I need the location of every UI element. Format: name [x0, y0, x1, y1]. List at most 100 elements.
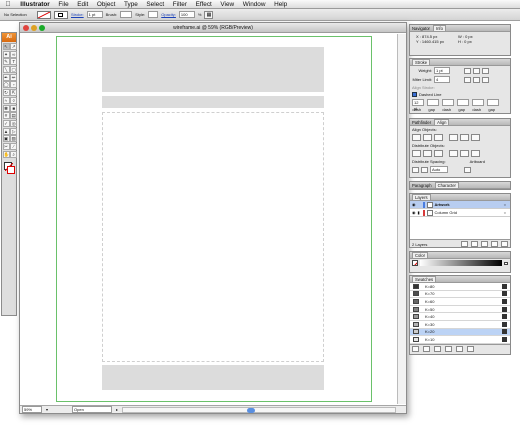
vertical-scrollbar[interactable]: [397, 34, 406, 404]
stroke-weight-field[interactable]: 1 pt: [86, 11, 103, 18]
dash-field-3[interactable]: [472, 99, 484, 106]
show-kinds-icon[interactable]: [423, 345, 430, 352]
slice-icon[interactable]: ▧: [10, 135, 18, 143]
free-transform-icon[interactable]: ◊: [10, 96, 18, 104]
cap-round-icon[interactable]: [473, 67, 480, 74]
white-swatch[interactable]: [504, 261, 508, 265]
swatch-row[interactable]: K=50: [410, 305, 510, 314]
live-paint-select-icon[interactable]: ▷: [10, 127, 18, 135]
dashed-checkbox[interactable]: [412, 92, 417, 97]
new-color-group-icon[interactable]: [445, 345, 452, 352]
layer-name[interactable]: Artwork: [435, 202, 502, 207]
swatch-library-icon[interactable]: [412, 345, 419, 352]
tab-align[interactable]: Align: [434, 118, 450, 126]
gap-field-3[interactable]: [487, 99, 499, 106]
menu-help[interactable]: Help: [270, 1, 292, 8]
target-icon[interactable]: ○: [504, 210, 506, 215]
fill-swatch[interactable]: [37, 10, 51, 19]
menu-window[interactable]: Window: [238, 1, 269, 8]
miter-field[interactable]: 4: [434, 76, 450, 83]
cap-butt-icon[interactable]: [464, 67, 471, 74]
visibility-eye-icon[interactable]: ◉: [412, 210, 416, 215]
menu-edit[interactable]: Edit: [73, 1, 93, 8]
wireframe-nav-bar[interactable]: [102, 96, 324, 108]
align-vcenter-icon[interactable]: [460, 134, 469, 141]
distribute-right-icon[interactable]: [471, 150, 480, 157]
status-text[interactable]: Open: [72, 406, 113, 413]
pen-icon[interactable]: ✎: [2, 58, 10, 66]
apple-menu-icon[interactable]: : [0, 1, 16, 8]
color-spectrum-bar[interactable]: [420, 260, 502, 266]
status-arrow-icon[interactable]: ▸: [116, 407, 118, 412]
space-vertical-icon[interactable]: [412, 166, 419, 173]
menu-select[interactable]: Select: [142, 1, 168, 8]
join-round-icon[interactable]: [473, 76, 480, 83]
layer-name[interactable]: Column Grid: [435, 210, 502, 215]
swatch-row[interactable]: K=70: [410, 290, 510, 299]
tab-swatches[interactable]: Swatches: [412, 275, 437, 283]
tab-pathfinder[interactable]: Pathfinder: [412, 120, 431, 125]
column-graph-icon[interactable]: ■: [10, 104, 18, 112]
opacity-field[interactable]: 100: [178, 11, 195, 18]
rectangle-icon[interactable]: ▢: [10, 66, 18, 74]
eraser-icon[interactable]: ▫: [10, 81, 18, 89]
visibility-eye-icon[interactable]: ◉: [412, 202, 416, 207]
tab-stroke[interactable]: Stroke: [412, 58, 431, 66]
horizontal-scrollbar[interactable]: [122, 406, 396, 413]
swatch-row[interactable]: K=10: [410, 336, 510, 344]
zoom-dropdown-icon[interactable]: ▾: [46, 407, 48, 412]
join-bevel-icon[interactable]: [482, 76, 489, 83]
distribute-vcenter-icon[interactable]: [423, 150, 432, 157]
spacing-field[interactable]: Auto: [430, 166, 448, 173]
direct-select-icon[interactable]: ↗: [10, 43, 18, 50]
menu-object[interactable]: Object: [93, 1, 120, 8]
style-field[interactable]: [148, 11, 159, 18]
line-icon[interactable]: ╲: [2, 66, 10, 74]
scale-icon[interactable]: ⇱: [10, 89, 18, 97]
new-swatch-icon[interactable]: [456, 345, 463, 352]
align-left-icon[interactable]: [412, 134, 421, 141]
close-icon[interactable]: [23, 25, 29, 31]
layer-row-column-grid[interactable]: ◉ ▮ Column Grid ○: [410, 209, 510, 217]
align-hcenter-icon[interactable]: [423, 134, 432, 141]
swatch-row[interactable]: K=20: [410, 328, 510, 337]
menu-type[interactable]: Type: [120, 1, 142, 8]
swatch-options-icon[interactable]: [434, 345, 441, 352]
symbol-sprayer-icon[interactable]: ✽: [2, 104, 10, 112]
delete-swatch-icon[interactable]: [467, 345, 474, 352]
pencil-icon[interactable]: ✏: [10, 73, 18, 81]
zoom-window-icon[interactable]: [39, 25, 45, 31]
tab-info[interactable]: Info: [432, 24, 446, 32]
join-miter-icon[interactable]: [464, 76, 471, 83]
swatch-row[interactable]: K=40: [410, 313, 510, 321]
paintbrush-icon[interactable]: ✒: [2, 73, 10, 81]
menu-effect[interactable]: Effect: [191, 1, 216, 8]
brush-field[interactable]: [120, 11, 133, 18]
tab-layers[interactable]: Layers: [412, 193, 431, 201]
make-clipping-mask-icon[interactable]: [471, 241, 478, 247]
fill-stroke-indicator[interactable]: [2, 161, 16, 179]
rotate-icon[interactable]: ↻: [2, 89, 10, 97]
dash-field-2[interactable]: [442, 99, 454, 106]
lock-icon[interactable]: ▮: [418, 210, 421, 215]
wireframe-footer-block[interactable]: [102, 365, 324, 390]
scroll-thumb[interactable]: [247, 407, 256, 413]
blend-icon[interactable]: ◎: [10, 119, 18, 127]
hand-icon[interactable]: ✋: [2, 150, 10, 158]
arrow-icon[interactable]: ↖: [2, 43, 10, 50]
align-right-icon[interactable]: [434, 134, 443, 141]
distribute-bottom-icon[interactable]: [434, 150, 443, 157]
type-icon[interactable]: T: [10, 58, 18, 66]
wireframe-header-block[interactable]: [102, 47, 324, 92]
distribute-left-icon[interactable]: [449, 150, 458, 157]
knife-icon[interactable]: ∕: [10, 142, 18, 150]
minimize-icon[interactable]: [31, 25, 37, 31]
gradient-icon[interactable]: ▤: [10, 112, 18, 120]
lasso-icon[interactable]: ∞: [10, 50, 18, 58]
swatch-row[interactable]: K=60: [410, 298, 510, 306]
live-paint-icon[interactable]: ▲: [2, 127, 10, 135]
cap-square-icon[interactable]: [482, 67, 489, 74]
distribute-hcenter-icon[interactable]: [460, 150, 469, 157]
target-icon[interactable]: ○: [504, 202, 506, 207]
weight-field[interactable]: 1 pt: [434, 67, 450, 74]
